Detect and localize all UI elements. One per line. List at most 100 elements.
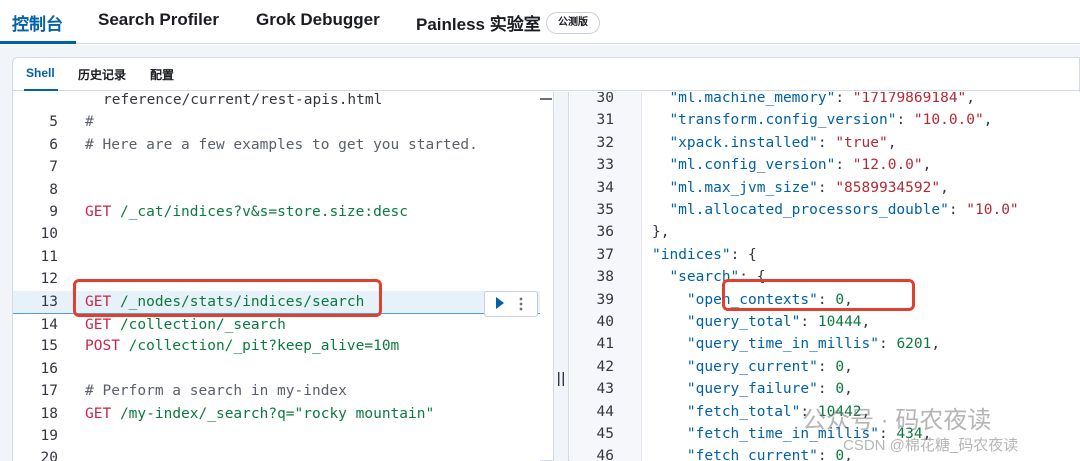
- editor-line[interactable]: 10: [13, 223, 540, 245]
- request-line: GET /collection/_search: [85, 314, 286, 336]
- json-value: 0: [835, 358, 845, 375]
- line-number: 9: [49, 204, 58, 220]
- line-number: 44: [596, 403, 614, 420]
- editor-line[interactable]: 16: [13, 358, 540, 380]
- request-path: /collection/_search: [119, 317, 286, 333]
- editor-line[interactable]: 15 POST /collection/_pit?keep_alive=10m: [13, 335, 540, 357]
- request-path: /my-index/_search?q="rocky mountain": [119, 405, 435, 422]
- line-number: 43: [596, 381, 614, 398]
- json-entry: "query_current": 0,: [686, 358, 853, 375]
- response-line: 36},: [570, 221, 1080, 243]
- tab-shell[interactable]: Shell: [26, 66, 55, 80]
- tab-grok-debugger[interactable]: Grok Debugger: [256, 10, 380, 30]
- json-value: "10.0.0": [913, 112, 984, 129]
- more-vertical-icon[interactable]: [519, 297, 523, 311]
- editor-line[interactable]: reference/current/rest-apis.html: [13, 92, 540, 111]
- json-punctuation: ,: [844, 381, 853, 398]
- editor-line[interactable]: 7: [13, 156, 540, 178]
- response-line: 35 "ml.allocated_processors_double": "10.…: [570, 199, 1080, 221]
- beta-badge: 公测版: [546, 12, 600, 34]
- request-editor[interactable]: reference/current/rest-apis.html 5 #6 # Her…: [13, 92, 540, 461]
- json-key: "xpack.installed": [669, 134, 818, 151]
- line-number: 33: [596, 157, 614, 174]
- line-number: 7: [49, 159, 58, 176]
- code-text: reference/current/rest-apis.html: [103, 92, 383, 108]
- drag-handle-icon[interactable]: [557, 372, 565, 386]
- editor-line[interactable]: 11: [13, 246, 540, 268]
- code-comment: #: [85, 114, 94, 131]
- tab-search-profiler[interactable]: Search Profiler: [98, 10, 219, 30]
- http-method: POST: [85, 338, 120, 355]
- request-line: POST /collection/_pit?keep_alive=10m: [85, 335, 399, 357]
- tab-history[interactable]: 历史记录: [78, 66, 126, 83]
- editor-line[interactable]: 8: [13, 179, 540, 201]
- json-value: "8589934592": [835, 179, 941, 196]
- response-line: 41 "query_time_in_millis": 6201,: [570, 333, 1080, 355]
- line-number: 41: [596, 336, 614, 353]
- json-value: 6201: [896, 336, 932, 353]
- editor-line[interactable]: 9 GET /_cat/indices?v&s=store.size:desc: [13, 201, 540, 223]
- play-icon[interactable]: [495, 296, 505, 310]
- json-punctuation: ,: [940, 179, 949, 196]
- sub-tab-indicator: [24, 89, 58, 91]
- line-number: 11: [40, 248, 58, 265]
- json-key: "query_time_in_millis": [686, 336, 879, 353]
- json-value: "true": [835, 134, 888, 151]
- http-method: GET: [85, 204, 112, 220]
- json-value: 10444: [817, 314, 862, 330]
- json-punctuation: ,: [966, 92, 976, 106]
- line-number: 12: [40, 271, 58, 288]
- json-punctuation: },: [652, 224, 670, 241]
- tab-painless-lab[interactable]: Painless 实验室: [416, 10, 541, 35]
- editor-line[interactable]: 17 # Perform a search in my-index: [13, 380, 540, 402]
- line-number: 19: [40, 428, 58, 444]
- response-line: 42 "query_current": 0,: [570, 356, 1080, 378]
- editor-line[interactable]: 20: [13, 447, 540, 461]
- json-value: "12.0.0": [852, 157, 923, 174]
- tab-config[interactable]: 配置: [150, 66, 174, 83]
- code-comment: # Perform a search in my-index: [85, 383, 347, 400]
- response-line: 37 "indices": {: [570, 244, 1080, 266]
- line-number: 6: [49, 136, 58, 153]
- json-key: "fetch_total": [686, 403, 801, 420]
- line-number: 30: [596, 92, 614, 106]
- line-number: 20: [40, 450, 58, 461]
- code-comment: # Here are a few examples to get you sta…: [85, 136, 478, 153]
- json-key: "ml.config_version": [669, 157, 836, 174]
- line-number: 39: [596, 291, 614, 308]
- line-number: 46: [596, 448, 614, 461]
- request-actions: [484, 291, 538, 317]
- http-method: GET: [85, 317, 112, 333]
- tab-console[interactable]: 控制台: [12, 10, 63, 35]
- highlight-open-contexts-annotation: [722, 279, 915, 311]
- pane-splitter[interactable]: [553, 92, 569, 461]
- editor-line[interactable]: 18 GET /my-index/_search?q="rocky mountai…: [13, 403, 540, 425]
- json-key: "ml.machine_memory": [669, 92, 836, 106]
- json-punctuation: ,: [844, 358, 853, 375]
- fold-marker[interactable]: [540, 98, 552, 100]
- json-punctuation: ,: [861, 314, 871, 330]
- json-punctuation: : {: [730, 246, 757, 263]
- http-method: GET: [85, 405, 112, 422]
- watermark-primary: 公众号 · 码农夜读: [802, 407, 992, 434]
- line-number: 42: [596, 358, 614, 375]
- editor-line[interactable]: 19: [13, 425, 540, 447]
- json-key: "query_failure": [686, 381, 818, 398]
- json-entry: "query_time_in_millis": 6201,: [686, 336, 941, 353]
- json-entry: "ml.max_jvm_size": "8589934592",: [669, 179, 949, 196]
- json-entry: "xpack.installed": "true",: [669, 134, 897, 151]
- highlight-request-annotation: [73, 279, 382, 317]
- line-number: 32: [596, 134, 614, 151]
- json-value: "10.0": [966, 202, 1019, 218]
- line-number: 34: [596, 179, 614, 196]
- line-number: 15: [40, 338, 58, 355]
- line-number: 5: [49, 114, 58, 131]
- editor-line[interactable]: 5 #: [13, 111, 540, 133]
- line-number: 17: [40, 383, 58, 400]
- json-key: "fetch_current": [686, 448, 818, 461]
- editor-line[interactable]: 6 # Here are a few examples to get you st…: [13, 134, 540, 156]
- response-line: 32 "xpack.installed": "true",: [570, 132, 1080, 154]
- line-number: 18: [40, 405, 58, 422]
- json-key: "indices": [652, 246, 731, 263]
- json-entry: "ml.machine_memory": "17179869184",: [669, 92, 976, 106]
